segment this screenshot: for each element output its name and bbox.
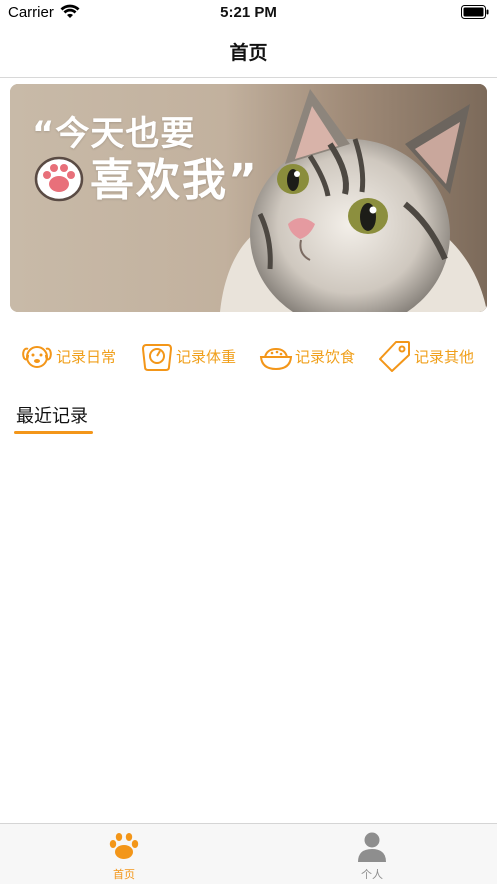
tab-bar: 首页 个人 [0,823,497,884]
scale-icon [141,344,173,371]
tag-icon [379,341,410,372]
record-diet-button[interactable]: 记录饮食 [259,336,355,376]
record-diet-label: 记录饮食 [295,347,356,366]
tab-home[interactable]: 首页 [64,824,184,884]
banner-slogan-line2: 喜欢我” [90,155,259,206]
recent-records-heading: 最近记录 [16,406,88,427]
shortcut-row: 记录日常 记录体重 记录饮食 记录其他 [0,336,497,376]
tab-profile-label: 个人 [361,868,383,881]
record-daily-button[interactable]: 记录日常 [20,336,116,376]
tab-home-label: 首页 [113,868,135,881]
record-daily-label: 记录日常 [56,347,117,366]
record-weight-label: 记录体重 [176,347,237,366]
page-title: 首页 [229,42,268,64]
person-icon [358,832,386,862]
clock: 5:21 PM [220,4,277,21]
status-bar: Carrier 5:21 PM [0,0,497,26]
paw-badge-icon [34,156,84,202]
navigation-bar: 首页 [0,26,497,78]
tab-profile[interactable]: 个人 [312,824,432,884]
food-bowl-icon [259,347,293,371]
record-weight-button[interactable]: 记录体重 [140,336,236,376]
paw-icon [109,833,139,859]
record-other-button[interactable]: 记录其他 [378,336,474,376]
record-other-label: 记录其他 [414,347,475,366]
banner[interactable]: “今天也要 喜欢我” [10,84,487,312]
recent-records-underline [14,431,93,434]
dog-icon [22,346,52,368]
battery-icon [461,5,489,19]
